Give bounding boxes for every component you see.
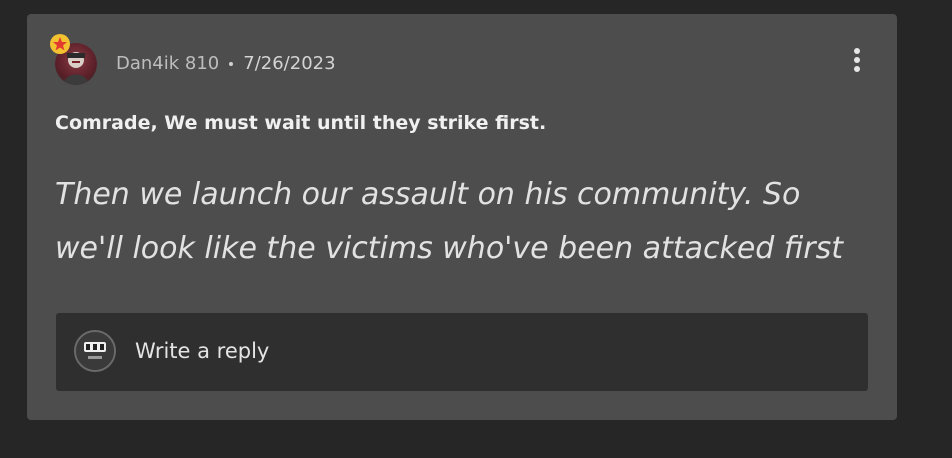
star-badge-icon <box>49 33 71 55</box>
more-vertical-icon <box>854 48 860 72</box>
author-avatar-wrap[interactable] <box>50 34 97 85</box>
comment-body: Then we launch our assault on his commun… <box>55 177 843 266</box>
reply-field[interactable]: Write a reply <box>56 313 868 391</box>
comment-meta: Dan4ik 810 7/26/2023 <box>116 53 336 74</box>
comment-date: 7/26/2023 <box>243 53 336 74</box>
separator-dot <box>229 61 234 66</box>
author-name[interactable]: Dan4ik 810 <box>116 53 219 74</box>
more-options-button[interactable] <box>845 44 869 76</box>
comment-card: Dan4ik 810 7/26/2023 Comrade, We must wa… <box>27 14 897 420</box>
reply-user-avatar <box>74 330 116 372</box>
reply-placeholder: Write a reply <box>135 339 270 363</box>
comment-title: Comrade, We must wait until they strike … <box>55 112 547 134</box>
